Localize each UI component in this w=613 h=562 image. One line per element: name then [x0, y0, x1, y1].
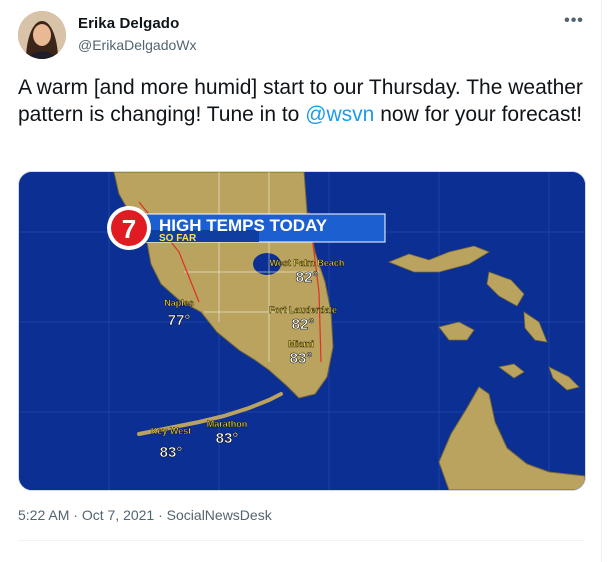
tweet-text-part: now for your forecast!	[374, 103, 583, 126]
city-temp: 83°	[160, 444, 183, 461]
divider	[18, 540, 584, 541]
separator: ·	[69, 507, 82, 523]
city-label: West Palm Beach	[270, 258, 345, 268]
city-label: Key West	[151, 426, 191, 436]
tweet-media-image[interactable]: 7 HIGH TEMPS TODAY SO FAR West Palm Beac…	[18, 171, 586, 491]
avatar[interactable]	[18, 11, 66, 59]
mention-link[interactable]: @wsvn	[305, 103, 374, 126]
city-temp: 82°	[292, 316, 315, 333]
author-handle[interactable]: @ErikaDelgadoWx	[78, 37, 196, 53]
city-temp: 83°	[216, 430, 239, 447]
tweet-text: A warm [and more humid] start to our Thu…	[18, 74, 588, 128]
more-options-icon[interactable]: •••	[560, 12, 588, 32]
tweet-time[interactable]: 5:22 AM	[18, 507, 69, 523]
city-temp: 77°	[168, 312, 191, 329]
tweet-source[interactable]: SocialNewsDesk	[167, 507, 272, 523]
city-label: Naples	[164, 298, 194, 308]
weather-map: 7 HIGH TEMPS TODAY SO FAR West Palm Beac…	[19, 172, 585, 490]
city-label: Marathon	[207, 419, 248, 429]
city-label: Miami	[288, 339, 314, 349]
tweet-card: Erika Delgado @ErikaDelgadoWx ••• A warm…	[0, 0, 602, 562]
subheadline-text: SO FAR	[159, 233, 197, 244]
separator: ·	[154, 507, 167, 523]
city-label: Fort Lauderdale	[269, 305, 337, 315]
city-temp: 82°	[296, 269, 319, 286]
author-name[interactable]: Erika Delgado	[78, 15, 179, 32]
logo-number: 7	[122, 214, 136, 244]
city-temp: 83°	[290, 350, 313, 367]
tweet-date[interactable]: Oct 7, 2021	[82, 507, 154, 523]
tweet-metadata: 5:22 AM · Oct 7, 2021 · SocialNewsDesk	[18, 507, 272, 523]
avatar-image	[18, 11, 66, 59]
